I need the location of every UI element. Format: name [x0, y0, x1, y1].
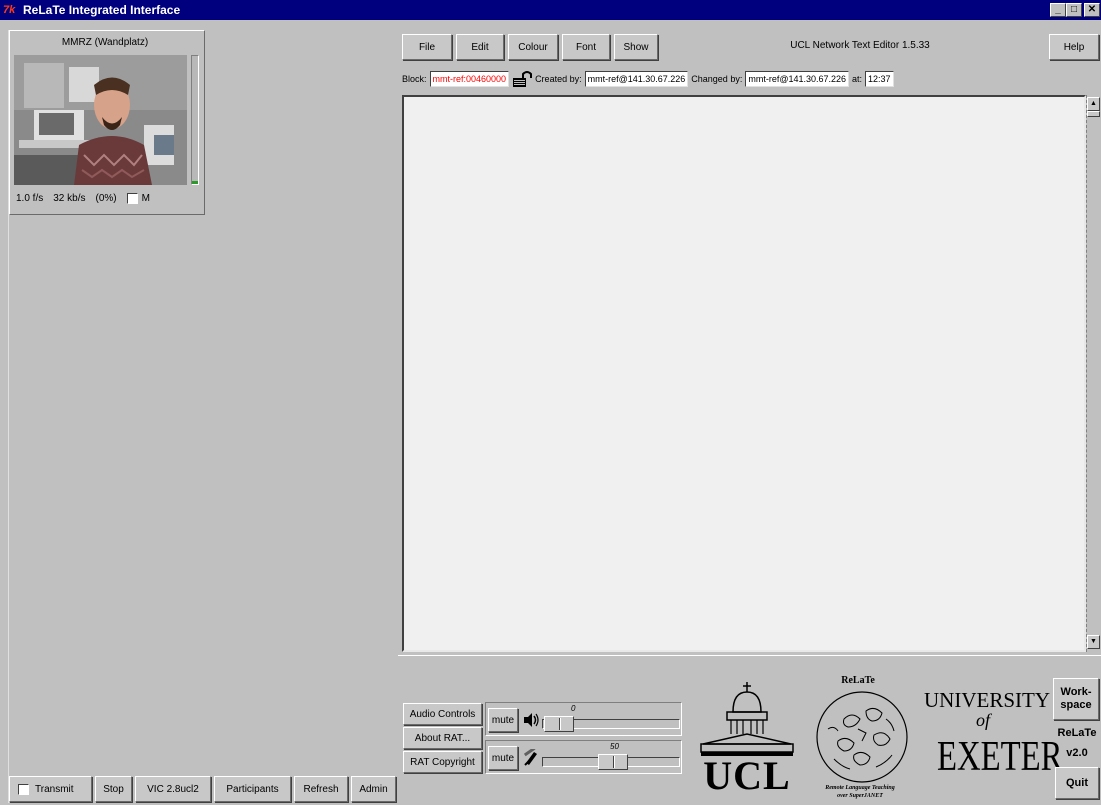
- at-label: at:: [852, 74, 863, 84]
- file-menu[interactable]: File: [402, 34, 452, 60]
- speaker-volume-value: 0: [571, 704, 576, 713]
- changed-by-field: mmt-ref@141.30.67.226: [745, 71, 850, 87]
- block-label: Block:: [402, 74, 427, 84]
- relate-caption-2: over SuperJANET: [837, 793, 883, 799]
- transmit-checkbox[interactable]: [18, 783, 29, 795]
- font-menu[interactable]: Font: [562, 34, 610, 60]
- relate-logo: ReLaTe Remote Language Teaching over Sup…: [808, 675, 918, 800]
- relate-label: ReLaTe: [1057, 727, 1097, 739]
- colour-menu[interactable]: Colour: [508, 34, 558, 60]
- mic-volume-thumb[interactable]: [598, 754, 628, 770]
- window-title: ReLaTe Integrated Interface: [23, 3, 181, 17]
- quit-button[interactable]: Quit: [1055, 767, 1099, 799]
- admin-button[interactable]: Admin: [351, 776, 396, 802]
- speaker-mute-button[interactable]: mute: [488, 708, 518, 732]
- window-controls: _ □ ✕: [1050, 3, 1100, 17]
- refresh-button[interactable]: Refresh: [294, 776, 348, 802]
- relate-logo-title: ReLaTe: [841, 675, 875, 686]
- video-feed[interactable]: [14, 55, 187, 185]
- workspace-label-1: Work-: [1060, 686, 1092, 698]
- scroll-down-arrow-icon[interactable]: ▼: [1087, 635, 1100, 649]
- text-editor-area[interactable]: [402, 95, 1086, 652]
- video-frame-image: [14, 55, 187, 185]
- created-by-label: Created by:: [535, 74, 582, 84]
- exeter-line3: EXETER: [936, 734, 1063, 780]
- speaker-icon[interactable]: [522, 711, 540, 732]
- microphone-icon[interactable]: [522, 746, 540, 770]
- exeter-line2: of: [975, 710, 990, 730]
- video-tile[interactable]: MMRZ (Wandplatz) 1.0 f/s 32 kb/s (0%) M: [9, 30, 205, 215]
- loss-rate: (0%): [95, 193, 117, 204]
- speaker-control: mute 0: [485, 702, 682, 736]
- editor-vertical-scrollbar[interactable]: ▲ ▼: [1086, 95, 1101, 652]
- participants-button[interactable]: Participants: [214, 776, 291, 802]
- workspace-button[interactable]: Work- space: [1053, 678, 1099, 720]
- mic-mute-button[interactable]: mute: [488, 746, 518, 770]
- window-titlebar: 7k ReLaTe Integrated Interface _ □ ✕: [0, 0, 1101, 20]
- editor-status-row: Block: mmt-ref:00460000 Created by: mmt-…: [398, 66, 1101, 92]
- changed-by-label: Changed by:: [691, 74, 743, 84]
- block-field: mmt-ref:00460000: [429, 71, 510, 87]
- scroll-thumb[interactable]: [1087, 111, 1100, 117]
- minimize-button[interactable]: _: [1050, 3, 1066, 17]
- at-time-field: 12:37: [865, 71, 894, 87]
- microphone-control: mute 50: [485, 740, 682, 774]
- maximize-button[interactable]: □: [1066, 3, 1082, 17]
- edit-menu[interactable]: Edit: [456, 34, 504, 60]
- scroll-up-arrow-icon[interactable]: ▲: [1087, 97, 1100, 111]
- mute-video-checkbox[interactable]: [126, 193, 138, 204]
- show-menu[interactable]: Show: [614, 34, 658, 60]
- participant-name: MMRZ (Wandplatz): [61, 37, 149, 48]
- tk-app-icon: 7k: [3, 4, 16, 16]
- ucl-logo-text: UCL: [703, 753, 791, 798]
- mic-volume-value: 50: [610, 742, 619, 751]
- help-menu[interactable]: Help: [1049, 34, 1099, 60]
- workspace-label-2: space: [1060, 699, 1092, 711]
- audio-level-meter: [191, 55, 199, 185]
- vic-version-button[interactable]: VIC 2.8ucl2: [135, 776, 211, 802]
- mute-video-label: M: [141, 193, 150, 204]
- relate-caption-1: Remote Language Teaching: [825, 785, 895, 791]
- about-rat-button[interactable]: About RAT...: [403, 727, 482, 749]
- stop-button[interactable]: Stop: [95, 776, 132, 802]
- rat-copyright-button[interactable]: RAT Copyright: [403, 751, 482, 773]
- transmit-toggle[interactable]: Transmit: [9, 776, 92, 802]
- video-pane: MMRZ (Wandplatz) 1.0 f/s 32 kb/s (0%) M: [8, 30, 398, 803]
- frame-rate: 1.0 f/s: [16, 193, 44, 204]
- speaker-volume-thumb[interactable]: [544, 716, 574, 732]
- editor-app-title: UCL Network Text Editor 1.5.33: [790, 40, 930, 51]
- video-stats: 1.0 f/s 32 kb/s (0%) M: [16, 193, 150, 204]
- transmit-label: Transmit: [35, 783, 74, 795]
- created-by-field: mmt-ref@141.30.67.226: [584, 71, 689, 87]
- exeter-logo: UNIVERSITY of EXETER: [924, 688, 1063, 796]
- close-button[interactable]: ✕: [1084, 3, 1100, 17]
- unlocked-padlock-icon[interactable]: [512, 70, 533, 88]
- relate-version-label: v2.0: [1066, 747, 1088, 759]
- bitrate: 32 kb/s: [53, 193, 86, 204]
- audio-controls-button[interactable]: Audio Controls: [403, 703, 482, 725]
- ucl-logo: UCL: [699, 680, 795, 798]
